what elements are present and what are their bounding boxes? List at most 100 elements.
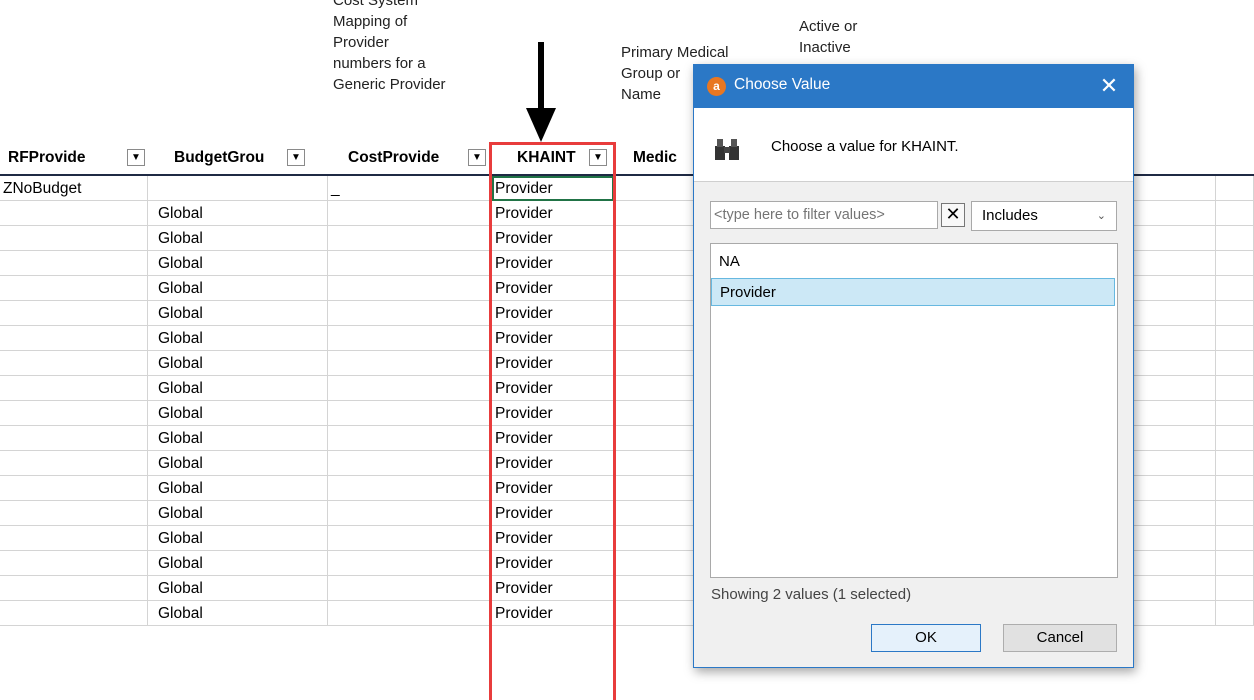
cell-empty[interactable] (1216, 176, 1254, 201)
dropdown-arrow-icon[interactable]: ▼ (468, 149, 486, 166)
cell-khaint[interactable]: Provider (492, 226, 614, 251)
filter-input[interactable] (710, 201, 938, 229)
cell-budget[interactable]: Global (148, 476, 328, 501)
cell-budget[interactable]: Global (148, 326, 328, 351)
cell-empty[interactable] (1216, 426, 1254, 451)
cell-rf[interactable] (0, 226, 148, 251)
value-item[interactable]: NA (711, 248, 1115, 276)
cell-khaint[interactable]: Provider (492, 176, 614, 201)
cell-budget[interactable]: Global (148, 551, 328, 576)
cell-cost[interactable]: _ (328, 176, 492, 201)
cell-cost[interactable] (328, 601, 492, 626)
cell-empty[interactable] (1216, 401, 1254, 426)
cell-cost[interactable] (328, 426, 492, 451)
cell-rf[interactable] (0, 426, 148, 451)
cell-khaint[interactable]: Provider (492, 401, 614, 426)
cell-budget[interactable]: Global (148, 601, 328, 626)
column-header-costprovider[interactable]: CostProvide ▼ (348, 144, 488, 172)
cell-cost[interactable] (328, 201, 492, 226)
cell-cost[interactable] (328, 476, 492, 501)
cell-budget[interactable]: Global (148, 526, 328, 551)
cell-khaint[interactable]: Provider (492, 476, 614, 501)
close-icon[interactable]: ✕ (1095, 71, 1123, 101)
cell-empty[interactable] (1216, 326, 1254, 351)
column-header-khaint[interactable]: KHAINT ▼ (517, 144, 613, 172)
cell-khaint[interactable]: Provider (492, 326, 614, 351)
cell-cost[interactable] (328, 326, 492, 351)
cell-budget[interactable]: Global (148, 376, 328, 401)
cell-rf[interactable] (0, 276, 148, 301)
cell-empty[interactable] (1216, 201, 1254, 226)
cell-cost[interactable] (328, 526, 492, 551)
clear-filter-icon[interactable]: ✕ (941, 203, 965, 227)
cell-cost[interactable] (328, 351, 492, 376)
cell-cost[interactable] (328, 301, 492, 326)
cell-empty[interactable] (1216, 601, 1254, 626)
cell-empty[interactable] (1216, 476, 1254, 501)
cell-cost[interactable] (328, 576, 492, 601)
cell-empty[interactable] (1216, 501, 1254, 526)
dialog-titlebar[interactable]: a Choose Value ✕ (694, 65, 1133, 108)
ok-button[interactable]: OK (871, 624, 981, 652)
cell-khaint[interactable]: Provider (492, 551, 614, 576)
cell-empty[interactable] (1216, 276, 1254, 301)
cell-budget[interactable]: Global (148, 576, 328, 601)
cell-budget[interactable]: Global (148, 226, 328, 251)
column-header-rfprovider[interactable]: RFProvide ▼ (8, 144, 148, 172)
cell-cost[interactable] (328, 251, 492, 276)
cell-khaint[interactable]: Provider (492, 576, 614, 601)
cell-rf[interactable] (0, 501, 148, 526)
cell-empty[interactable] (1216, 351, 1254, 376)
cell-budget[interactable]: Global (148, 351, 328, 376)
cell-empty[interactable] (1216, 251, 1254, 276)
cell-rf[interactable] (0, 576, 148, 601)
cell-rf[interactable] (0, 301, 148, 326)
column-header-budgetgroup[interactable]: BudgetGrou ▼ (174, 144, 324, 172)
cell-khaint[interactable]: Provider (492, 601, 614, 626)
cell-rf[interactable] (0, 376, 148, 401)
cell-cost[interactable] (328, 226, 492, 251)
column-header-medical[interactable]: Medic (633, 144, 693, 172)
cell-budget[interactable]: Global (148, 276, 328, 301)
cell-cost[interactable] (328, 501, 492, 526)
cell-empty[interactable] (1216, 551, 1254, 576)
cell-khaint[interactable]: Provider (492, 251, 614, 276)
cell-rf[interactable] (0, 551, 148, 576)
cell-budget[interactable] (148, 176, 328, 201)
cell-budget[interactable]: Global (148, 451, 328, 476)
cell-rf[interactable] (0, 201, 148, 226)
cell-rf[interactable] (0, 351, 148, 376)
cell-budget[interactable]: Global (148, 301, 328, 326)
cell-khaint[interactable]: Provider (492, 526, 614, 551)
cell-budget[interactable]: Global (148, 501, 328, 526)
cell-cost[interactable] (328, 276, 492, 301)
cell-empty[interactable] (1216, 301, 1254, 326)
cell-budget[interactable]: Global (148, 401, 328, 426)
match-mode-select[interactable]: Includes ⌄ (971, 201, 1117, 231)
dropdown-arrow-icon[interactable]: ▼ (127, 149, 145, 166)
cell-rf[interactable] (0, 476, 148, 501)
cell-rf[interactable]: ZNoBudget (0, 176, 148, 201)
cell-cost[interactable] (328, 401, 492, 426)
cell-empty[interactable] (1216, 451, 1254, 476)
cell-empty[interactable] (1216, 526, 1254, 551)
cell-khaint[interactable]: Provider (492, 201, 614, 226)
cell-empty[interactable] (1216, 226, 1254, 251)
cell-budget[interactable]: Global (148, 426, 328, 451)
cell-rf[interactable] (0, 526, 148, 551)
dropdown-arrow-icon[interactable]: ▼ (287, 149, 305, 166)
cell-rf[interactable] (0, 451, 148, 476)
cell-rf[interactable] (0, 601, 148, 626)
cell-empty[interactable] (1216, 576, 1254, 601)
cell-khaint[interactable]: Provider (492, 376, 614, 401)
cell-cost[interactable] (328, 551, 492, 576)
cell-cost[interactable] (328, 376, 492, 401)
cell-rf[interactable] (0, 401, 148, 426)
cell-khaint[interactable]: Provider (492, 451, 614, 476)
cell-cost[interactable] (328, 451, 492, 476)
cell-budget[interactable]: Global (148, 251, 328, 276)
value-list[interactable]: NA Provider (710, 243, 1118, 578)
cell-budget[interactable]: Global (148, 201, 328, 226)
cell-rf[interactable] (0, 326, 148, 351)
dropdown-arrow-icon[interactable]: ▼ (589, 149, 607, 166)
